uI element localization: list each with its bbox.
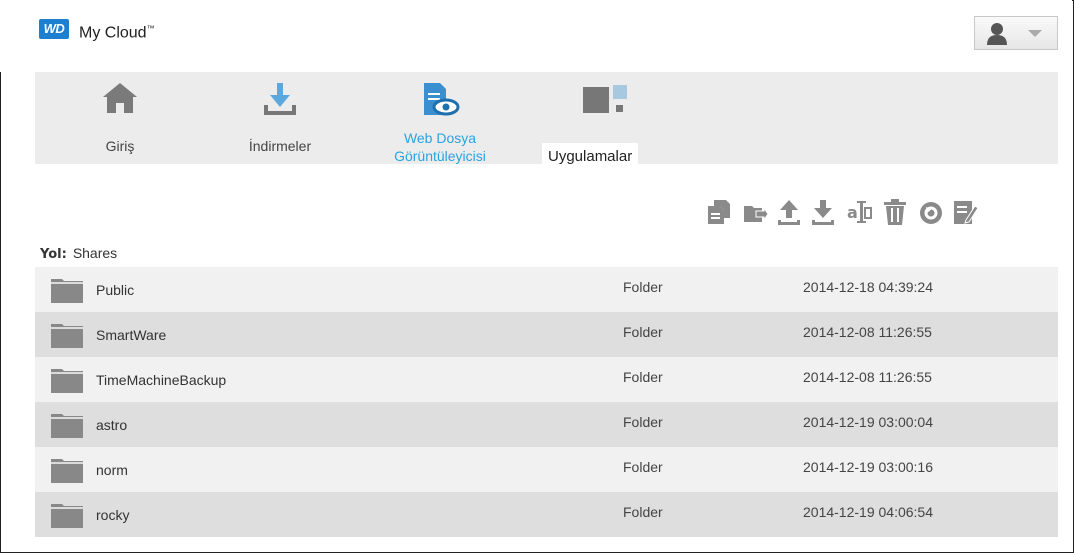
nav-label-apps: Uygulamalar xyxy=(542,143,639,170)
svg-text:a: a xyxy=(847,203,858,222)
nav-label-home: Giriş xyxy=(105,138,135,154)
rename-icon[interactable]: a xyxy=(846,198,872,226)
file-date: 2014-12-19 03:00:16 xyxy=(803,459,933,475)
file-name[interactable]: Public xyxy=(96,282,134,298)
user-icon xyxy=(987,23,1007,45)
app-header: WD My Cloud™ xyxy=(0,0,1072,72)
file-type: Folder xyxy=(623,369,663,385)
file-type: Folder xyxy=(623,279,663,295)
app-title-trademark: ™ xyxy=(146,24,155,33)
file-name[interactable]: SmartWare xyxy=(96,327,166,343)
file-toolbar: a xyxy=(706,198,1050,228)
home-icon xyxy=(103,83,137,113)
nav-item-downloads[interactable]: İndirmeler xyxy=(225,72,335,164)
app-title: My Cloud™ xyxy=(79,19,155,43)
copy-icon[interactable] xyxy=(706,198,732,226)
breadcrumb: Yol: Shares xyxy=(40,245,117,262)
file-row[interactable]: Public Folder 2014-12-18 04:39:24 xyxy=(35,267,1058,312)
apps-icon xyxy=(583,85,627,113)
file-name[interactable]: norm xyxy=(96,462,128,478)
nav-item-home[interactable]: Giriş xyxy=(65,72,175,164)
file-row[interactable]: rocky Folder 2014-12-19 04:06:54 xyxy=(35,492,1058,537)
download-icon xyxy=(264,83,296,115)
edit-icon[interactable] xyxy=(952,198,978,226)
web-file-viewer-icon xyxy=(424,83,460,116)
file-type: Folder xyxy=(623,324,663,340)
file-name[interactable]: TimeMachineBackup xyxy=(96,372,226,388)
path-value[interactable]: Shares xyxy=(73,245,117,261)
upload-icon[interactable] xyxy=(776,198,802,226)
file-date: 2014-12-08 11:26:55 xyxy=(803,369,932,385)
file-type: Folder xyxy=(623,414,663,430)
file-date: 2014-12-18 04:39:24 xyxy=(803,279,933,295)
folder-icon xyxy=(51,459,83,483)
file-name[interactable]: rocky xyxy=(96,507,129,523)
folder-icon xyxy=(51,369,83,393)
main-nav: Giriş İndirmeler Web Dosya Görüntüleyici… xyxy=(35,72,1058,170)
nav-label-web-file-viewer-line1: Web Dosya xyxy=(403,130,477,146)
nav-item-web-file-viewer[interactable]: Web Dosya Görüntüleyicisi xyxy=(375,72,505,164)
file-type: Folder xyxy=(623,459,663,475)
nav-label-downloads: İndirmeler xyxy=(248,138,312,154)
move-icon[interactable] xyxy=(742,198,768,226)
app-title-text: My Cloud xyxy=(79,24,147,42)
folder-icon xyxy=(51,324,83,348)
chevron-down-icon xyxy=(1028,30,1042,37)
file-type: Folder xyxy=(623,504,663,520)
delete-icon[interactable] xyxy=(882,198,908,226)
file-row[interactable]: TimeMachineBackup Folder 2014-12-08 11:26:… xyxy=(35,357,1058,402)
path-label: Yol: xyxy=(40,247,67,262)
folder-icon xyxy=(51,414,83,438)
file-date: 2014-12-19 04:06:54 xyxy=(803,504,933,520)
user-menu-button[interactable] xyxy=(974,16,1058,50)
file-row[interactable]: astro Folder 2014-12-19 03:00:04 xyxy=(35,402,1058,447)
file-list: Public Folder 2014-12-18 04:39:24 SmartWare… xyxy=(35,267,1058,537)
file-date: 2014-12-08 11:26:55 xyxy=(803,324,932,340)
file-name[interactable]: astro xyxy=(96,417,127,433)
folder-icon xyxy=(51,504,83,528)
file-row[interactable]: norm Folder 2014-12-19 03:00:16 xyxy=(35,447,1058,492)
nav-label-web-file-viewer-line2: Görüntüleyicisi xyxy=(394,148,486,164)
file-row[interactable]: SmartWare Folder 2014-12-08 11:26:55 xyxy=(35,312,1058,357)
folder-icon xyxy=(51,279,83,303)
refresh-icon[interactable] xyxy=(918,198,944,226)
download-icon[interactable] xyxy=(810,198,836,226)
wd-logo: WD xyxy=(39,19,69,39)
file-date: 2014-12-19 03:00:04 xyxy=(803,414,933,430)
